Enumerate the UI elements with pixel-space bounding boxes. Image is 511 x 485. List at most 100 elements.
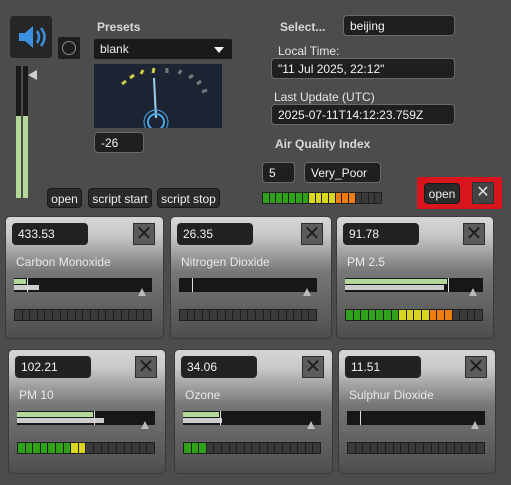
led-segment bbox=[225, 310, 233, 320]
slider-handle-icon[interactable] bbox=[307, 421, 315, 429]
slider-handle-icon[interactable] bbox=[471, 421, 479, 429]
led-segment bbox=[75, 310, 83, 320]
close-icon[interactable]: ✕ bbox=[133, 223, 155, 245]
open-button[interactable]: open bbox=[47, 188, 82, 208]
led-segment bbox=[399, 310, 406, 320]
led-segment bbox=[329, 193, 335, 203]
slider-handle-icon[interactable] bbox=[141, 421, 149, 429]
led-segment bbox=[244, 443, 252, 453]
led-segment bbox=[263, 310, 271, 320]
close-icon[interactable]: ✕ bbox=[135, 356, 157, 378]
led-segment bbox=[256, 310, 263, 320]
close-icon[interactable]: ✕ bbox=[302, 356, 324, 378]
mute-toggle[interactable] bbox=[58, 37, 80, 59]
aqi-category-field: Very_Poor bbox=[304, 162, 381, 183]
dial-value-field[interactable]: -26 bbox=[94, 132, 144, 153]
pollutant-slider[interactable] bbox=[183, 411, 321, 429]
led-segment bbox=[33, 443, 40, 453]
pollutant-slider[interactable] bbox=[347, 411, 485, 429]
led-segment bbox=[129, 310, 136, 320]
led-segment bbox=[346, 310, 353, 320]
last-update-label: Last Update (UTC) bbox=[274, 90, 375, 104]
speaker-button[interactable] bbox=[10, 16, 52, 58]
led-segment bbox=[376, 310, 384, 320]
led-segment bbox=[467, 310, 475, 320]
led-segment bbox=[289, 193, 296, 203]
open-close-group: open ✕ bbox=[417, 177, 502, 209]
led-segment bbox=[393, 443, 401, 453]
pollutant-slider[interactable] bbox=[14, 278, 152, 296]
pollutant-led-meter bbox=[14, 309, 152, 321]
slider-handle-icon[interactable] bbox=[469, 288, 477, 296]
pollutant-slider[interactable] bbox=[345, 278, 483, 296]
led-segment bbox=[269, 193, 276, 203]
led-segment bbox=[446, 443, 454, 453]
led-segment bbox=[348, 193, 355, 203]
led-segment bbox=[363, 443, 370, 453]
led-segment bbox=[370, 443, 378, 453]
dial-display[interactable] bbox=[94, 64, 222, 135]
pollutant-panel: 91.78 ✕ PM 2.5 bbox=[336, 216, 494, 339]
led-segment bbox=[18, 443, 25, 453]
led-segment bbox=[237, 443, 244, 453]
presets-dropdown[interactable]: blank bbox=[94, 39, 232, 59]
close-icon[interactable]: ✕ bbox=[301, 223, 323, 245]
pollutant-value: 91.78 bbox=[343, 223, 419, 245]
led-segment bbox=[222, 443, 229, 453]
pollutant-slider[interactable] bbox=[179, 278, 317, 296]
script-start-button[interactable]: script start bbox=[88, 188, 152, 208]
slider-handle-icon[interactable] bbox=[138, 288, 146, 296]
presets-label: Presets bbox=[97, 20, 141, 34]
volume-marker-icon[interactable] bbox=[28, 70, 37, 80]
led-segment bbox=[276, 193, 282, 203]
local-time-label: Local Time: bbox=[278, 44, 340, 58]
led-segment bbox=[214, 443, 222, 453]
pollutant-name: PM 2.5 bbox=[347, 255, 386, 269]
led-segment bbox=[401, 443, 408, 453]
speaker-icon bbox=[19, 26, 46, 48]
open-button-red[interactable]: open bbox=[424, 183, 460, 204]
led-segment bbox=[116, 443, 124, 453]
led-segment bbox=[109, 443, 116, 453]
pollutant-value: 34.06 bbox=[181, 356, 257, 378]
led-segment bbox=[195, 310, 202, 320]
led-segment bbox=[452, 310, 460, 320]
led-segment bbox=[301, 310, 309, 320]
pollutant-led-meter bbox=[179, 309, 317, 321]
led-segment bbox=[424, 443, 431, 453]
led-segment bbox=[252, 443, 260, 453]
city-input[interactable]: beijing bbox=[343, 15, 455, 36]
close-icon[interactable]: ✕ bbox=[472, 182, 494, 204]
local-time-field: "11 Jul 2025, 22:12" bbox=[271, 58, 455, 79]
led-segment bbox=[60, 310, 68, 320]
led-segment bbox=[408, 443, 416, 453]
volume-meter-left bbox=[16, 66, 21, 198]
pollutant-name: Nitrogen Dioxide bbox=[181, 255, 270, 269]
pollutant-slider[interactable] bbox=[17, 411, 155, 429]
led-segment bbox=[315, 193, 322, 203]
script-stop-button[interactable]: script stop bbox=[157, 188, 220, 208]
slider-handle-icon[interactable] bbox=[303, 288, 311, 296]
aqi-number-field: 5 bbox=[262, 162, 295, 183]
aqi-led-meter bbox=[262, 192, 382, 204]
led-segment bbox=[101, 443, 109, 453]
led-segment bbox=[71, 443, 78, 453]
led-segment bbox=[248, 310, 256, 320]
led-segment bbox=[282, 193, 289, 203]
led-segment bbox=[302, 193, 309, 203]
chevron-down-icon bbox=[214, 47, 224, 53]
led-segment bbox=[278, 310, 286, 320]
last-update-field: 2025-07-11T14:12:23.759Z bbox=[271, 104, 455, 125]
led-segment bbox=[15, 310, 22, 320]
led-segment bbox=[53, 310, 60, 320]
led-segment bbox=[132, 443, 139, 453]
led-segment bbox=[439, 443, 446, 453]
close-icon[interactable]: ✕ bbox=[465, 356, 487, 378]
pollutant-name: PM 10 bbox=[19, 388, 54, 402]
led-segment bbox=[368, 193, 375, 203]
close-icon[interactable]: ✕ bbox=[463, 223, 485, 245]
led-segment bbox=[63, 443, 71, 453]
led-segment bbox=[240, 310, 248, 320]
led-segment bbox=[454, 443, 462, 453]
pollutant-name: Ozone bbox=[185, 388, 221, 402]
